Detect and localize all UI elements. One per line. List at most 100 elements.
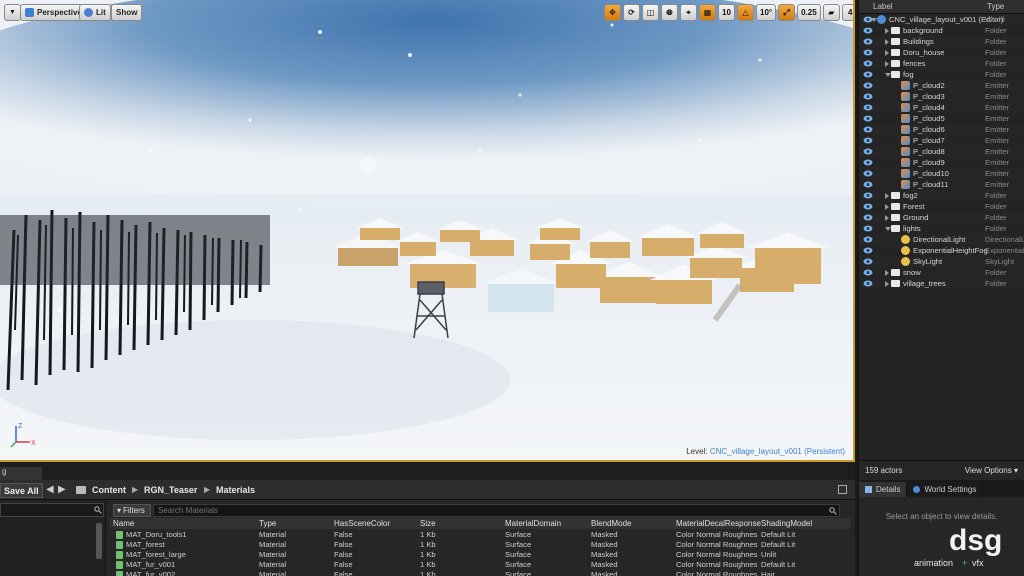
scale-snap-icon[interactable]: ⤢ bbox=[778, 4, 796, 21]
visibility-eye-icon[interactable] bbox=[863, 38, 873, 45]
outliner-row[interactable]: Buildings Folder bbox=[859, 36, 1024, 47]
table-row[interactable]: MAT_fur_v001 Material False 1 Kb Surface Mask… bbox=[110, 560, 850, 570]
visibility-eye-icon[interactable] bbox=[863, 71, 873, 78]
visibility-eye-icon[interactable] bbox=[863, 137, 873, 144]
label-column-header[interactable]: Label bbox=[873, 2, 893, 11]
table-row[interactable]: MAT_Doru_tools1 Material False 1 Kb Surface M… bbox=[110, 530, 850, 540]
expand-arrow-icon[interactable] bbox=[885, 204, 889, 210]
visibility-eye-icon[interactable] bbox=[863, 126, 873, 133]
expand-arrow-icon[interactable] bbox=[885, 215, 889, 221]
world-space-icon[interactable]: 🌐︎ bbox=[661, 4, 678, 21]
outliner-row[interactable]: P_cloud4 Emitter bbox=[859, 102, 1024, 113]
breadcrumb-0[interactable]: Content bbox=[92, 485, 126, 495]
outliner-row[interactable]: fences Folder bbox=[859, 58, 1024, 69]
folder-tree-scrollbar[interactable] bbox=[96, 523, 102, 559]
expand-arrow-icon[interactable] bbox=[885, 270, 889, 276]
outliner-row[interactable]: DirectionalLight DirectionalLight bbox=[859, 234, 1024, 245]
outliner-row[interactable]: village_trees Folder bbox=[859, 278, 1024, 289]
outliner-row[interactable]: P_cloud9 Emitter bbox=[859, 157, 1024, 168]
expand-arrow-icon[interactable] bbox=[885, 28, 889, 34]
perspective-button[interactable]: Perspective bbox=[20, 4, 87, 21]
translate-icon[interactable]: ✥ bbox=[604, 4, 621, 21]
outliner-row[interactable]: background Folder bbox=[859, 25, 1024, 36]
column-header[interactable]: BlendMode bbox=[591, 518, 631, 529]
scale-icon[interactable]: ◫ bbox=[642, 4, 659, 21]
outliner-row[interactable]: P_cloud7 Emitter bbox=[859, 135, 1024, 146]
outliner-row[interactable]: fog2 Folder bbox=[859, 190, 1024, 201]
visibility-eye-icon[interactable] bbox=[863, 203, 873, 210]
table-row[interactable]: MAT_forest Material False 1 Kb Surface Masked… bbox=[110, 540, 850, 550]
outliner-row[interactable]: P_cloud5 Emitter bbox=[859, 113, 1024, 124]
visibility-eye-icon[interactable] bbox=[863, 280, 873, 287]
visibility-eye-icon[interactable] bbox=[863, 159, 873, 166]
visibility-eye-icon[interactable] bbox=[863, 148, 873, 155]
camera-speed-icon[interactable]: ▰ bbox=[822, 4, 840, 21]
content-browser-tab[interactable]: g bbox=[0, 467, 42, 480]
outliner-row[interactable]: Forest Folder bbox=[859, 201, 1024, 212]
visibility-eye-icon[interactable] bbox=[863, 104, 873, 111]
visibility-eye-icon[interactable] bbox=[863, 258, 873, 265]
column-header[interactable]: Type bbox=[259, 518, 276, 529]
surface-snap-icon[interactable]: ⌖ bbox=[680, 4, 697, 21]
outliner-row[interactable]: ExponentialHeightFogExponentialHeightFog bbox=[859, 245, 1024, 256]
expand-arrow-icon[interactable] bbox=[885, 39, 889, 45]
save-all-button[interactable]: Save All bbox=[0, 483, 43, 498]
table-row[interactable]: MAT_fur_v002 Material False 1 Kb Surface Mask… bbox=[110, 570, 850, 576]
visibility-eye-icon[interactable] bbox=[863, 82, 873, 89]
view-options-button[interactable]: View Options ▾ bbox=[965, 466, 1018, 475]
folder-search-input[interactable] bbox=[0, 503, 104, 517]
outliner-row[interactable]: P_cloud10 Emitter bbox=[859, 168, 1024, 179]
scale-snap-value[interactable]: 0.25 bbox=[797, 4, 821, 21]
expand-arrow-icon[interactable] bbox=[885, 61, 889, 67]
outliner-row[interactable]: SkyLight SkyLight bbox=[859, 256, 1024, 267]
column-header[interactable]: HasSceneColor bbox=[334, 518, 390, 529]
back-arrow-icon[interactable]: ◀ bbox=[46, 484, 54, 495]
visibility-eye-icon[interactable] bbox=[863, 225, 873, 232]
column-header[interactable]: Size bbox=[420, 518, 436, 529]
rotate-icon[interactable]: ⟳ bbox=[623, 4, 640, 21]
viewport-options-button[interactable]: ▼ bbox=[4, 4, 21, 21]
outliner-row[interactable]: P_cloud2 Emitter bbox=[859, 80, 1024, 91]
visibility-eye-icon[interactable] bbox=[863, 214, 873, 221]
outliner-row[interactable]: lights Folder bbox=[859, 223, 1024, 234]
rotation-snap-icon[interactable]: △ bbox=[737, 4, 754, 21]
column-header[interactable]: MaterialDomain bbox=[505, 518, 561, 529]
type-column-header[interactable]: Type bbox=[987, 2, 1004, 11]
search-materials-input[interactable] bbox=[153, 504, 840, 517]
lit-button[interactable]: Lit bbox=[79, 4, 111, 21]
outliner-row[interactable]: P_cloud3 Emitter bbox=[859, 91, 1024, 102]
tab-details[interactable]: Details bbox=[859, 482, 908, 497]
visibility-eye-icon[interactable] bbox=[863, 93, 873, 100]
outliner-row[interactable]: P_cloud11 Emitter bbox=[859, 179, 1024, 190]
breadcrumb-2[interactable]: Materials bbox=[216, 485, 255, 495]
grid-snap-icon[interactable]: ▦ bbox=[699, 4, 716, 21]
visibility-eye-icon[interactable] bbox=[863, 115, 873, 122]
outliner-row[interactable]: P_cloud8 Emitter bbox=[859, 146, 1024, 157]
outliner-row[interactable]: fog Folder bbox=[859, 69, 1024, 80]
lock-icon[interactable] bbox=[838, 485, 847, 494]
table-row[interactable]: MAT_forest_large Material False 1 Kb Surface… bbox=[110, 550, 850, 560]
column-header[interactable]: ShadingModel bbox=[761, 518, 812, 529]
expand-arrow-icon[interactable] bbox=[885, 50, 889, 56]
outliner-row[interactable]: snow Folder bbox=[859, 267, 1024, 278]
outliner-row[interactable]: P_cloud6 Emitter bbox=[859, 124, 1024, 135]
column-header[interactable]: Name bbox=[113, 518, 134, 529]
breadcrumb-1[interactable]: RGN_Teaser bbox=[144, 485, 197, 495]
column-header[interactable]: MaterialDecalResponse bbox=[676, 518, 761, 529]
visibility-eye-icon[interactable] bbox=[863, 170, 873, 177]
visibility-eye-icon[interactable] bbox=[863, 181, 873, 188]
filters-button[interactable]: ▾ Filters bbox=[113, 504, 151, 517]
grid-snap-value[interactable]: 10 bbox=[718, 4, 735, 21]
visibility-eye-icon[interactable] bbox=[863, 49, 873, 56]
visibility-eye-icon[interactable] bbox=[863, 60, 873, 67]
camera-speed-value[interactable]: 4 bbox=[841, 4, 853, 21]
show-button[interactable]: Show bbox=[111, 4, 143, 21]
visibility-eye-icon[interactable] bbox=[863, 269, 873, 276]
expand-arrow-icon[interactable] bbox=[885, 193, 889, 199]
visibility-eye-icon[interactable] bbox=[863, 192, 873, 199]
outliner-row[interactable]: CNC_village_layout_v001 (Editor) World bbox=[859, 14, 1024, 25]
outliner-row[interactable]: Doru_house Folder bbox=[859, 47, 1024, 58]
forward-arrow-icon[interactable]: ▶ bbox=[58, 484, 66, 495]
expand-arrow-icon[interactable] bbox=[885, 281, 889, 287]
level-viewport[interactable]: ▼ Perspective Lit Show ✥ ⟳ ◫ 🌐︎ ⌖ ▦ 10 △… bbox=[0, 0, 855, 462]
